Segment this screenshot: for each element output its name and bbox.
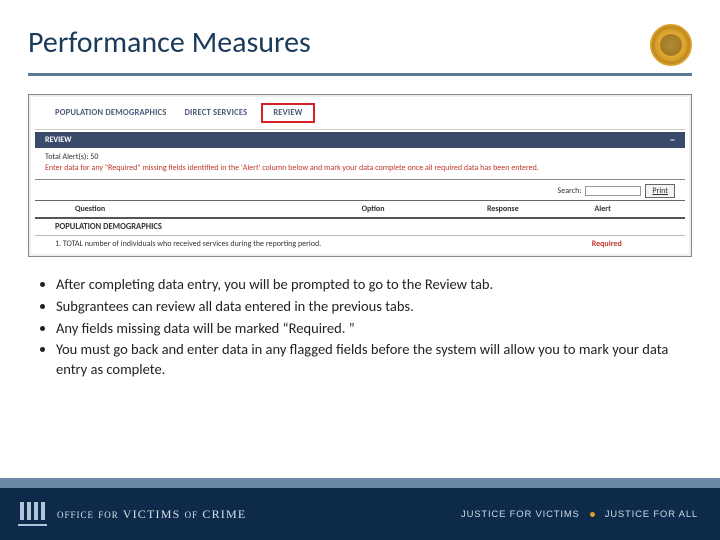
tab-direct-services[interactable]: DIRECT SERVICES (184, 108, 247, 118)
org-of: OF (185, 510, 199, 520)
table-row: 1. TOTAL number of individuals who recei… (35, 236, 685, 252)
org-for: FOR (98, 510, 119, 520)
list-item: After completing data entry, you will be… (56, 275, 686, 295)
footer-main: OFFICE FOR VICTIMS OF CRIME JUSTICE FOR … (0, 488, 720, 540)
tab-bar: POPULATION DEMOGRAPHICS DIRECT SERVICES … (35, 101, 685, 130)
total-alert-count: Total Alert(s): 50 (45, 152, 675, 162)
org-victims: VICTIMS (123, 507, 181, 521)
footer-tagline: JUSTICE FOR VICTIMS JUSTICE FOR ALL (461, 509, 698, 520)
list-item: Subgrantees can review all data entered … (56, 297, 686, 317)
review-screenshot: POPULATION DEMOGRAPHICS DIRECT SERVICES … (28, 94, 692, 257)
col-option: Option (362, 204, 487, 214)
tab-population-demographics[interactable]: POPULATION DEMOGRAPHICS (55, 108, 166, 118)
alert-instruction: Enter data for any "Required" missing fi… (45, 163, 675, 173)
ovc-logo-text: OFFICE FOR VICTIMS OF CRIME (57, 507, 246, 522)
search-row: Search: Print (35, 180, 685, 200)
slide: Performance Measures POPULATION DEMOGRAP… (0, 0, 720, 540)
col-response: Response (487, 204, 594, 214)
tagline-2: JUSTICE FOR ALL (605, 509, 698, 520)
search-label: Search: (558, 186, 582, 196)
list-item: Any fields missing data will be marked “… (56, 319, 686, 339)
ovc-logo: OFFICE FOR VICTIMS OF CRIME (18, 502, 246, 526)
search-input[interactable] (585, 186, 641, 196)
section-population-demographics: POPULATION DEMOGRAPHICS (35, 219, 685, 236)
alert-block: Total Alert(s): 50 Enter data for any "R… (35, 148, 685, 180)
bullet-list: After completing data entry, you will be… (28, 275, 692, 379)
footer-band: OFFICE FOR VICTIMS OF CRIME JUSTICE FOR … (0, 478, 720, 540)
review-section-bar: REVIEW − (35, 132, 685, 148)
question-text: 1. TOTAL number of individuals who recei… (55, 239, 351, 249)
tab-review[interactable]: REVIEW (261, 103, 314, 123)
org-office: OFFICE (57, 510, 94, 520)
list-item: You must go back and enter data in any f… (56, 340, 686, 379)
title-underline (28, 73, 692, 76)
pillars-icon (18, 502, 47, 526)
header-row: Performance Measures (28, 24, 692, 69)
column-headers: Question Option Response Alert (35, 200, 685, 219)
col-alert: Alert (594, 204, 675, 214)
alert-required: Required (592, 239, 675, 249)
review-bar-label: REVIEW (45, 135, 71, 145)
print-button[interactable]: Print (645, 184, 675, 198)
doj-seal-icon (650, 24, 692, 66)
page-title: Performance Measures (28, 24, 311, 69)
col-question: Question (75, 204, 362, 214)
collapse-icon[interactable]: − (670, 136, 675, 144)
tagline-1: JUSTICE FOR VICTIMS (461, 509, 580, 520)
org-crime: CRIME (202, 507, 246, 521)
dot-icon (590, 512, 595, 517)
